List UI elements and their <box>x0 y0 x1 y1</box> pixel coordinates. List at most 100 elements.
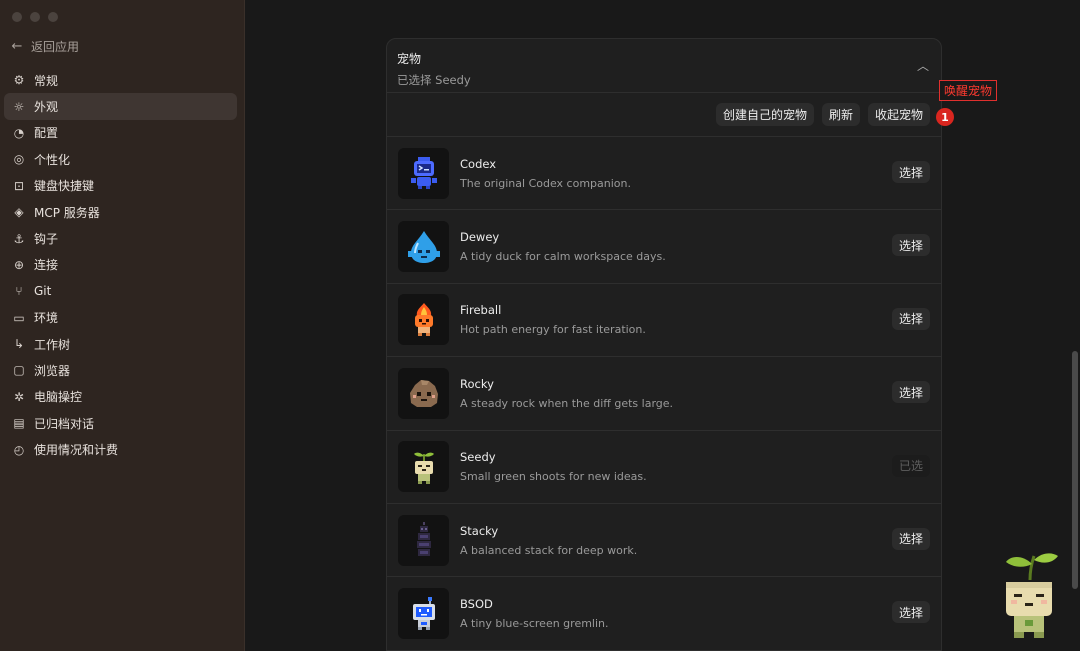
sidebar-item-worktree[interactable]: ↳ 工作树 <box>4 331 237 357</box>
mcp-icon: ◈ <box>14 205 24 220</box>
wake-pet-annotation: 唤醒宠物 <box>939 80 998 101</box>
sparkle-icon: ✲ <box>13 389 25 404</box>
pet-description: The original Codex companion. <box>460 176 631 190</box>
pet-description: Small green shoots for new ideas. <box>460 470 647 484</box>
select-stacky-button[interactable]: 选择 <box>891 527 930 550</box>
pet-row-seedy: Seedy Small green shoots for new ideas. … <box>387 431 941 504</box>
pet-name: BSOD <box>460 597 493 612</box>
sidebar-item-label: 常规 <box>34 73 59 88</box>
sidebar-item-config[interactable]: ◔ 配置 <box>4 120 237 146</box>
pet-row-rocky: Rocky A steady rock when the diff gets l… <box>387 357 941 431</box>
sidebar-item-mcp[interactable]: ◈ MCP 服务器 <box>4 199 237 225</box>
gauge-icon: ◴ <box>13 442 25 457</box>
sidebar-item-connections[interactable]: ⊕ 连接 <box>4 252 237 278</box>
sidebar-item-label: 个性化 <box>34 152 71 167</box>
pet-name: Fireball <box>460 303 502 318</box>
sidebar-item-git[interactable]: ⑂ Git <box>4 278 237 304</box>
bsod-avatar <box>398 588 449 640</box>
select-bsod-button[interactable]: 选择 <box>891 601 930 624</box>
pet-description: Hot path energy for fast iteration. <box>460 323 646 337</box>
sidebar-item-environment[interactable]: ▭ 环境 <box>4 305 237 331</box>
create-pet-button[interactable]: 创建自己的宠物 <box>715 103 814 126</box>
select-fireball-button[interactable]: 选择 <box>891 307 930 330</box>
zoom-window-button[interactable] <box>48 12 58 22</box>
sidebar-item-archived[interactable]: ▤ 已归档对话 <box>4 410 237 436</box>
selected-seedy-badge: 已选 <box>891 454 930 477</box>
window-controls <box>12 12 58 22</box>
dewey-avatar <box>398 221 449 273</box>
sidebar-item-hooks[interactable]: ⚓ 钩子 <box>4 225 237 251</box>
sidebar-item-label: 键盘快捷键 <box>34 179 95 194</box>
sun-icon: ☼ <box>13 99 25 114</box>
globe-icon: ⊕ <box>13 257 25 272</box>
sidebar-item-label: 钩子 <box>34 232 59 247</box>
rocky-avatar <box>398 367 449 419</box>
collapse-pet-button[interactable]: 收起宠物 <box>867 103 930 126</box>
pet-description: A steady rock when the diff gets large. <box>460 396 674 410</box>
arrow-left-icon: ← <box>11 39 23 54</box>
sidebar-item-label: Git <box>34 284 52 299</box>
pet-name: Seedy <box>460 450 496 465</box>
browser-icon: ▢ <box>13 363 25 378</box>
codex-avatar <box>398 147 449 199</box>
sidebar-item-label: 外观 <box>34 100 59 115</box>
sidebar-item-personalize[interactable]: ◎ 个性化 <box>4 146 237 172</box>
pet-description: A tidy duck for calm workspace days. <box>460 250 666 264</box>
sidebar-item-label: 工作树 <box>34 337 71 352</box>
pet-row-dewey: Dewey A tidy duck for calm workspace day… <box>387 210 941 284</box>
refresh-button[interactable]: 刷新 <box>821 103 860 126</box>
sidebar-item-label: MCP 服务器 <box>34 205 100 220</box>
keyboard-icon: ⊡ <box>13 178 25 193</box>
panel-subtitle: 已选择 Seedy <box>397 73 471 87</box>
sidebar-item-label: 使用情况和计费 <box>34 443 119 458</box>
pet-name: Stacky <box>460 523 499 538</box>
chevron-up-icon[interactable]: ︿ <box>917 57 929 74</box>
select-dewey-button[interactable]: 选择 <box>891 234 930 257</box>
archive-icon: ▤ <box>13 416 25 431</box>
sidebar-item-label: 浏览器 <box>34 363 71 378</box>
minimize-window-button[interactable] <box>30 12 40 22</box>
worktree-icon: ↳ <box>13 337 25 352</box>
pet-name: Dewey <box>460 230 500 245</box>
back-to-app-link[interactable]: ← 返回应用 <box>10 38 79 55</box>
pet-description: A balanced stack for deep work. <box>460 543 638 557</box>
sidebar-item-usage[interactable]: ◴ 使用情况和计费 <box>4 436 237 462</box>
settings-nav: ⚙ 常规 ☼ 外观 ◔ 配置 ◎ 个性化 ⊡ 键盘快捷键 ◈ MCP 服务器 ⚓… <box>4 67 237 463</box>
floating-seedy-pet[interactable] <box>1000 550 1060 649</box>
sidebar-item-appearance[interactable]: ☼ 外观 <box>4 93 237 120</box>
personalize-icon: ◎ <box>13 152 25 167</box>
monitor-icon: ▭ <box>13 310 25 325</box>
sidebar-item-browser[interactable]: ▢ 浏览器 <box>4 357 237 383</box>
close-window-button[interactable] <box>12 12 22 22</box>
back-label: 返回应用 <box>31 40 80 54</box>
anchor-icon: ⚓ <box>13 231 25 246</box>
step-number-badge: 1 <box>936 108 954 126</box>
seedy-avatar <box>398 441 449 493</box>
fireball-avatar <box>398 294 449 346</box>
sidebar-item-general[interactable]: ⚙ 常规 <box>4 67 237 93</box>
pets-toolbar: 创建自己的宠物 刷新 收起宠物 <box>387 93 941 137</box>
select-rocky-button[interactable]: 选择 <box>891 381 930 404</box>
git-branch-icon: ⑂ <box>15 284 23 299</box>
gear-icon: ⚙ <box>13 73 25 88</box>
main-scrollbar[interactable] <box>1072 351 1078 589</box>
pet-name: Rocky <box>460 376 494 391</box>
settings-sidebar: ← 返回应用 ⚙ 常规 ☼ 外观 ◔ 配置 ◎ 个性化 ⊡ 键盘快捷键 ◈ MC… <box>0 0 245 651</box>
pets-panel: 宠物 已选择 Seedy ︿ 创建自己的宠物 刷新 收起宠物 Codex The… <box>386 38 942 651</box>
pet-row-fireball: Fireball Hot path energy for fast iterat… <box>387 284 941 358</box>
pet-name: Codex <box>460 156 497 171</box>
pet-row-bsod: BSOD A tiny blue-screen gremlin. 选择 <box>387 577 941 651</box>
sidebar-item-keyboard[interactable]: ⊡ 键盘快捷键 <box>4 173 237 199</box>
select-codex-button[interactable]: 选择 <box>891 161 930 183</box>
sidebar-item-label: 连接 <box>34 258 59 273</box>
stacky-avatar <box>398 514 449 566</box>
sidebar-item-computer-control[interactable]: ✲ 电脑操控 <box>4 384 237 410</box>
pet-row-stacky: Stacky A balanced stack for deep work. 选… <box>387 504 941 578</box>
pets-panel-header[interactable]: 宠物 已选择 Seedy ︿ <box>387 39 941 93</box>
panel-title: 宠物 <box>397 52 422 66</box>
pet-row-codex: Codex The original Codex companion. 选择 <box>387 137 941 211</box>
sidebar-item-label: 配置 <box>34 126 59 141</box>
config-icon: ◔ <box>13 125 25 140</box>
pet-description: A tiny blue-screen gremlin. <box>460 617 609 631</box>
sidebar-item-label: 已归档对话 <box>34 416 95 431</box>
